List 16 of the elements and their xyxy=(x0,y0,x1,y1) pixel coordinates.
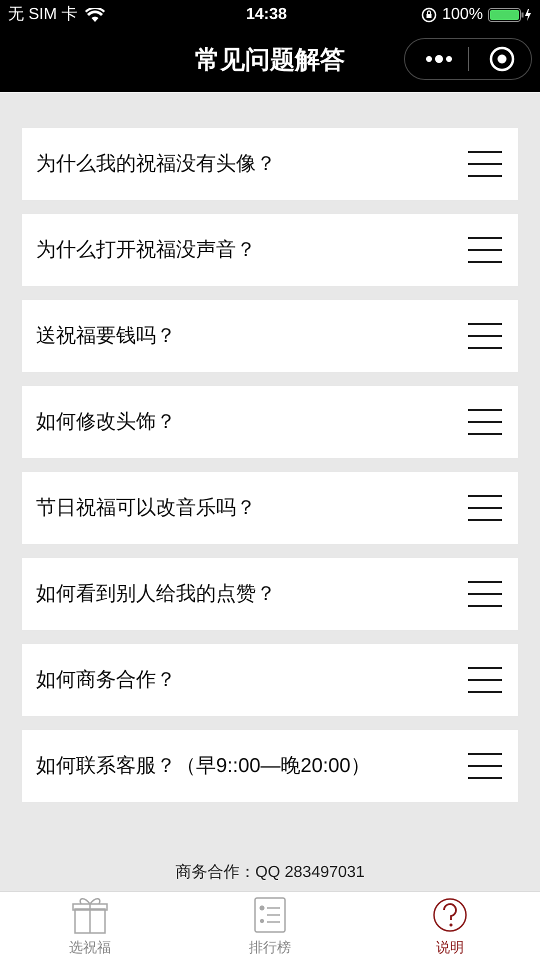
page-title: 常见问题解答 xyxy=(195,45,345,76)
faq-item[interactable]: 如何看到别人给我的点赞？ xyxy=(22,558,518,630)
clock: 14:38 xyxy=(246,5,287,25)
carrier-label: 无 SIM 卡 xyxy=(8,4,78,25)
faq-item[interactable]: 节日祝福可以改音乐吗？ xyxy=(22,472,518,544)
faq-item[interactable]: 为什么打开祝福没声音？ xyxy=(22,214,518,286)
faq-item[interactable]: 如何联系客服？（早9::00—晚20:00） xyxy=(22,730,518,802)
faq-item[interactable]: 为什么我的祝福没有头像？ xyxy=(22,128,518,200)
faq-item[interactable]: 送祝福要钱吗？ xyxy=(22,300,518,372)
tab-item[interactable]: 说明 xyxy=(360,892,540,960)
battery-percent: 100% xyxy=(442,5,483,25)
faq-item[interactable]: 如何商务合作？ xyxy=(22,644,518,716)
footer-note: 商务合作：QQ 283497031 xyxy=(175,864,365,881)
tab-item[interactable]: 选祝福 xyxy=(0,892,180,960)
tab-item[interactable]: 排行榜 xyxy=(180,892,360,960)
faq-item[interactable]: 如何修改头饰？ xyxy=(22,386,518,458)
